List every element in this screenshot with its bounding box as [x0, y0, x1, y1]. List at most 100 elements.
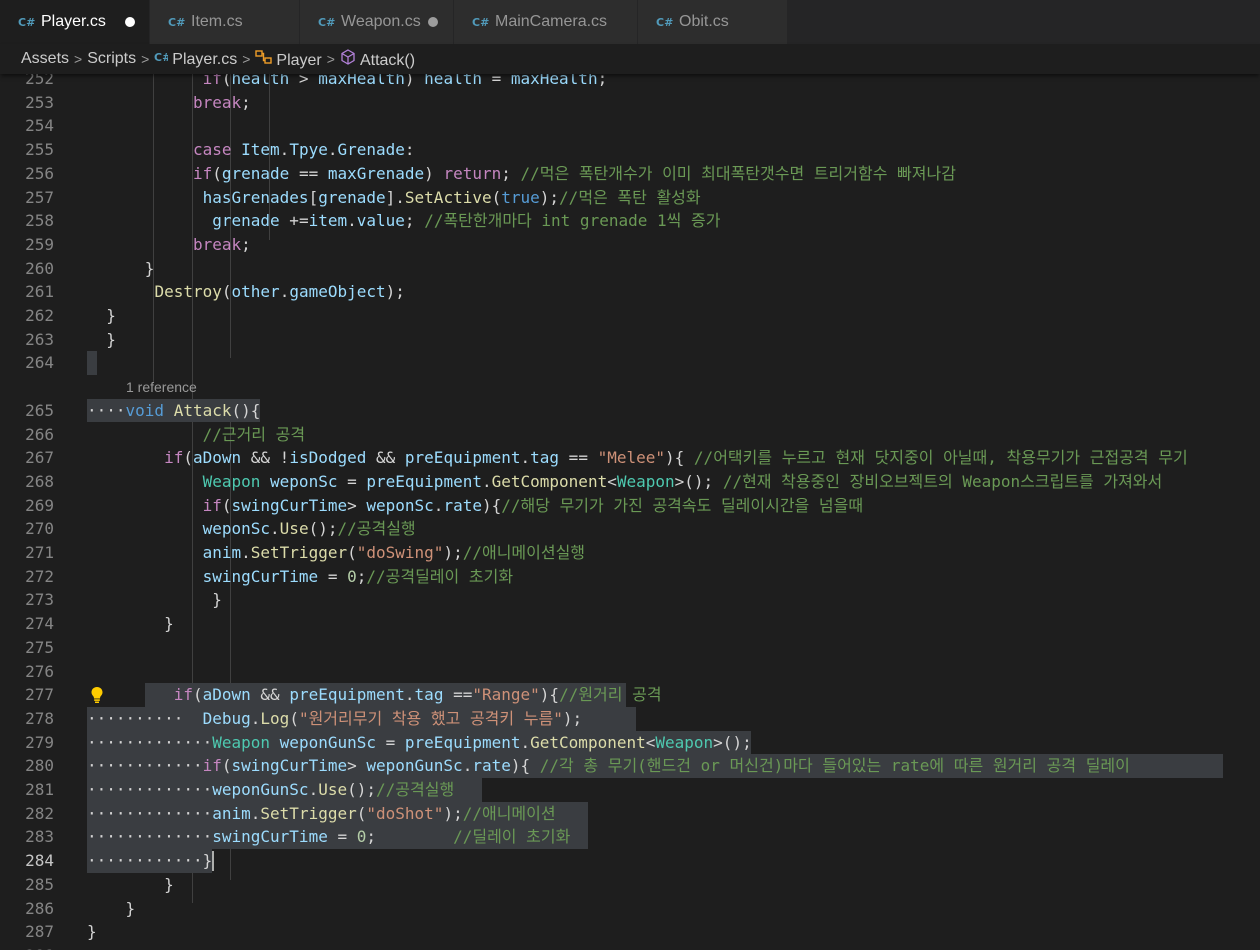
code-line[interactable]: 275 [0, 636, 1260, 660]
code-line[interactable]: 266 //근거리 공격 [0, 423, 1260, 447]
line-number: 259 [25, 234, 54, 254]
code-token: "Melee" [597, 448, 666, 468]
code-token: . [462, 756, 473, 776]
code-line[interactable]: 255 case Item.Tpye.Grenade: [0, 138, 1260, 162]
code-line[interactable]: 274 } [0, 612, 1260, 636]
line-number: 286 [25, 898, 54, 918]
code-line[interactable]: 281 ·············weponGunSc.Use();//공격실행 [0, 778, 1260, 802]
code-line[interactable]: 272 swingCurTime = 0;//공격딜레이 초기화 [0, 565, 1260, 589]
code-line[interactable]: 276 [0, 660, 1260, 684]
line-number: 276 [25, 661, 54, 681]
code-token: swingCurTime [212, 827, 328, 847]
breadcrumb-item[interactable]: Assets [21, 50, 69, 68]
code-token: preEquipment [366, 471, 482, 491]
code-token: == [443, 685, 473, 705]
code-token: ; [241, 234, 251, 254]
tab-label: MainCamera.cs [495, 13, 608, 30]
breadcrumb-item[interactable]: Player [255, 49, 322, 70]
code-line[interactable]: 279 ·············Weapon weponGunSc = preE… [0, 731, 1260, 755]
code-token: SetTrigger [260, 803, 357, 823]
code-text: ·············Weapon weponGunSc = preEqui… [87, 731, 752, 755]
code-token: ···· [87, 400, 126, 420]
code-token: ·········· [87, 708, 184, 728]
code-editor[interactable]: 252 if(health > maxHealth) health = maxH… [0, 74, 1260, 950]
code-line[interactable]: 280 ············if(swingCurTime> weponGun… [0, 754, 1260, 778]
code-token: } [87, 590, 222, 610]
code-line[interactable]: 263 } [0, 328, 1260, 352]
code-line[interactable]: 261 Destroy(other.gameObject); [0, 280, 1260, 304]
code-line[interactable]: 282 ·············anim.SetTrigger("doShot"… [0, 802, 1260, 826]
code-line[interactable]: 283 ·············swingCurTime = 0; //딜레이 … [0, 825, 1260, 849]
code-line[interactable]: 287} [0, 920, 1260, 944]
code-line[interactable]: 277 if(aDown && preEquipment.tag =="Rang… [0, 683, 1260, 707]
code-token: Weapon [202, 471, 261, 491]
code-token: ············· [87, 732, 213, 752]
code-token: maxGrenade [327, 163, 425, 183]
tab-player-cs[interactable]: C# Player.cs [0, 0, 150, 44]
code-text: break; [87, 233, 251, 257]
breadcrumb-item[interactable]: Scripts [87, 50, 136, 68]
code-text: swingCurTime = 0;//공격딜레이 초기화 [87, 565, 513, 589]
code-line[interactable]: 260 } [0, 257, 1260, 281]
code-line[interactable]: 278 ·········· Debug.Log("원거리무기 착용 했고 공격키… [0, 707, 1260, 731]
code-line[interactable]: 270 weponSc.Use();//공격실행 [0, 517, 1260, 541]
tab-weapon-cs[interactable]: C# Weapon.cs [300, 0, 454, 44]
code-line[interactable]: 269 if(swingCurTime> weponSc.rate){//해당 … [0, 494, 1260, 518]
code-line[interactable]: 273 } [0, 588, 1260, 612]
tab-maincamera-cs[interactable]: C# MainCamera.cs [454, 0, 638, 44]
code-token: ( [491, 187, 502, 207]
code-token: . [241, 543, 251, 562]
code-line[interactable]: 257 hasGrenades[grenade].SetActive(true)… [0, 186, 1260, 210]
code-token: ); [539, 187, 560, 207]
code-line[interactable]: 265 ····void Attack(){ [0, 399, 1260, 423]
code-token: //해당 무기가 가진 공격속도 딜레이시간을 넘을때 [501, 495, 864, 515]
editor-tab-bar: C# Player.cs C# Item.cs C# Weapon.cs C# MainCam… [0, 0, 1260, 44]
csharp-file-icon: C# [656, 15, 674, 29]
code-token: } [87, 874, 174, 894]
code-token: tag [530, 448, 560, 468]
line-number: 282 [25, 803, 54, 823]
breadcrumb-item[interactable]: Attack() [340, 48, 415, 70]
codelens-references[interactable]: 1 reference [126, 379, 197, 395]
code-line[interactable]: 253 break; [0, 91, 1260, 115]
code-token: rate [472, 756, 511, 776]
code-line[interactable]: 254 [0, 114, 1260, 138]
code-text: if(swingCurTime> weponSc.rate){//해당 무기가 … [87, 494, 863, 518]
code-token: Weapon [655, 732, 714, 752]
breadcrumb-item[interactable]: C# Player.cs [154, 50, 237, 69]
code-token: . [433, 495, 444, 515]
code-line[interactable]: 284 ············} [0, 849, 1260, 873]
code-line[interactable]: 252 if(health > maxHealth) health = maxH… [0, 74, 1260, 91]
code-token: Weapon [212, 732, 271, 752]
code-line[interactable]: 262 } [0, 304, 1260, 328]
code-line[interactable]: 264 [0, 351, 1260, 375]
tab-obit-cs[interactable]: C# Obit.cs [638, 0, 788, 44]
code-line[interactable]: 285 } [0, 873, 1260, 897]
code-token: } [87, 306, 116, 325]
line-number: 256 [25, 163, 54, 183]
code-token: [ [308, 187, 319, 207]
code-token: < [607, 471, 617, 491]
code-token: && ! [241, 448, 290, 468]
breadcrumb-label: Player.cs [172, 50, 238, 68]
code-line[interactable]: 288 [0, 944, 1260, 950]
lightbulb-icon[interactable] [89, 686, 105, 704]
code-token: ; [356, 566, 367, 586]
code-line[interactable]: 268 Weapon weponSc = preEquipment.GetCom… [0, 470, 1260, 494]
code-line[interactable]: 286 } [0, 897, 1260, 921]
csharp-file-icon: C# [18, 15, 36, 29]
tab-item-cs[interactable]: C# Item.cs [150, 0, 300, 44]
code-line[interactable]: 256 if(grenade == maxGrenade) return; //… [0, 162, 1260, 186]
code-token: health [231, 74, 290, 88]
csharp-file-icon: C# [168, 15, 186, 29]
code-line[interactable]: 258 grenade +=item.value; //폭탄한개마다 int g… [0, 209, 1260, 233]
breadcrumb-label: Assets [21, 50, 70, 67]
code-line[interactable]: 267 if(aDown && !isDodged && preEquipmen… [0, 446, 1260, 470]
code-line[interactable]: 271 anim.SetTrigger("doSwing");//애니메이션실행 [0, 541, 1260, 565]
chevron-right-icon: > [242, 51, 251, 67]
code-line[interactable]: 259 break; [0, 233, 1260, 257]
code-text: } [87, 920, 97, 944]
code-token: grenade [212, 211, 280, 231]
